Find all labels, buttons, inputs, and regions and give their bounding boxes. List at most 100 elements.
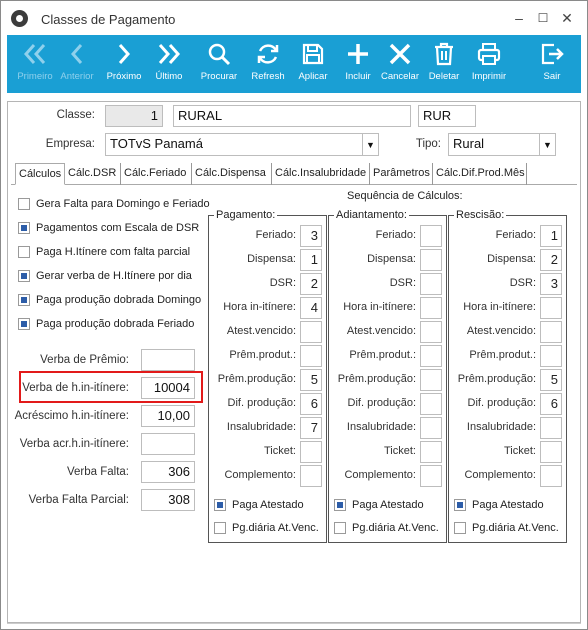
sequencia-order-field[interactable] xyxy=(420,225,442,247)
chevron-down-icon[interactable]: ▼ xyxy=(539,134,555,155)
minimize-icon[interactable]: – xyxy=(510,9,528,27)
sequencia-order-field[interactable] xyxy=(420,465,442,487)
sequencia-order-field[interactable]: 2 xyxy=(540,249,562,271)
pg-diaria-checkbox-row[interactable]: Pg.diária At.Venc. xyxy=(334,520,439,536)
close-icon[interactable]: ✕ xyxy=(558,9,576,27)
sequencia-order-field[interactable]: 1 xyxy=(540,225,562,247)
checkbox[interactable] xyxy=(454,522,466,534)
paga-atestado-checkbox-row[interactable]: Paga Atestado xyxy=(214,497,304,513)
sequencia-order-field[interactable] xyxy=(300,321,322,343)
checkbox[interactable] xyxy=(214,499,226,511)
tab-calc-insalubridade[interactable]: Cálc.Insalubridade xyxy=(272,163,370,185)
verba-field[interactable]: 10,00 xyxy=(141,405,195,427)
pg-diaria-checkbox-row[interactable]: Pg.diária At.Venc. xyxy=(214,520,319,536)
sequencia-order-field[interactable] xyxy=(420,393,442,415)
classe-name-field[interactable]: RURAL xyxy=(173,105,411,127)
sequencia-order-field[interactable] xyxy=(420,369,442,391)
toolbar-button-incluir[interactable]: Incluir xyxy=(340,35,376,93)
checkbox[interactable] xyxy=(18,294,30,306)
sequencia-order-field[interactable] xyxy=(420,273,442,295)
sequencia-order-field[interactable] xyxy=(540,441,562,463)
toolbar-button-imprimir[interactable]: Imprimir xyxy=(468,35,510,93)
window-title: Classes de Pagamento xyxy=(41,12,176,27)
classe-abbr-field[interactable]: RUR xyxy=(418,105,476,127)
sequencia-order-field[interactable]: 1 xyxy=(300,249,322,271)
sequencia-order-field[interactable]: 6 xyxy=(540,393,562,415)
verba-field[interactable]: 308 xyxy=(141,489,195,511)
toolbar-button-proximo[interactable]: Próximo xyxy=(103,35,145,93)
sequencia-order-field[interactable] xyxy=(540,345,562,367)
sequencia-order-field[interactable]: 3 xyxy=(540,273,562,295)
checkbox[interactable] xyxy=(214,522,226,534)
sequencia-row: Dispensa: 2 xyxy=(449,249,566,271)
tab-calc-feriado[interactable]: Cálc.Feriado xyxy=(121,163,192,185)
sequencia-order-field[interactable] xyxy=(420,321,442,343)
checkbox[interactable] xyxy=(18,318,30,330)
checkbox[interactable] xyxy=(18,246,30,258)
checkbox[interactable] xyxy=(18,222,30,234)
checkbox[interactable] xyxy=(454,499,466,511)
toolbar-button-primeiro[interactable]: Primeiro xyxy=(15,35,55,93)
toolbar-button-anterior[interactable]: Anterior xyxy=(57,35,97,93)
sequencia-order-field[interactable] xyxy=(540,321,562,343)
toolbar-button-procurar[interactable]: Procurar xyxy=(199,35,239,93)
sequencia-row-label: Ticket: xyxy=(384,445,416,457)
empresa-select[interactable]: TOTvS Panamá ▼ xyxy=(105,133,379,156)
tab-parametros[interactable]: Parâmetros xyxy=(370,163,433,185)
option-checkbox-row[interactable]: Gera Falta para Domingo e Feriado xyxy=(18,196,210,212)
tab-calc-dsr[interactable]: Cálc.DSR xyxy=(65,163,121,185)
option-checkbox-row[interactable]: Gerar verba de H.Itínere por dia xyxy=(18,268,192,284)
option-checkbox-row[interactable]: Paga H.Itínere com falta parcial xyxy=(18,244,190,260)
paga-atestado-checkbox-row[interactable]: Paga Atestado xyxy=(334,497,424,513)
checkbox-label: Gera Falta para Domingo e Feriado xyxy=(36,198,210,210)
sequencia-order-field[interactable] xyxy=(420,441,442,463)
checkbox-label: Paga Atestado xyxy=(472,499,544,511)
option-checkbox-row[interactable]: Pagamentos com Escala de DSR xyxy=(18,220,199,236)
checkbox[interactable] xyxy=(18,198,30,210)
sequencia-order-field[interactable] xyxy=(420,417,442,439)
maximize-icon[interactable]: ☐ xyxy=(534,9,552,27)
sequencia-order-field[interactable] xyxy=(420,249,442,271)
sequencia-order-field[interactable] xyxy=(540,417,562,439)
classe-code-field[interactable]: 1 xyxy=(105,105,163,127)
sequencia-order-field[interactable] xyxy=(300,345,322,367)
sequencia-row-label: Prêm.produção: xyxy=(217,373,296,385)
verba-field[interactable] xyxy=(141,349,195,371)
tab-calc-dispensa[interactable]: Cálc.Dispensa xyxy=(192,163,272,185)
tab-calculos[interactable]: Cálculos xyxy=(15,163,65,185)
verba-field[interactable] xyxy=(141,433,195,455)
tipo-select[interactable]: Rural ▼ xyxy=(448,133,556,156)
sequencia-order-field[interactable] xyxy=(300,465,322,487)
sequencia-order-field[interactable]: 4 xyxy=(300,297,322,319)
group-title: Adiantamento: xyxy=(334,209,409,221)
sequencia-row-label: Atest.vencido: xyxy=(226,325,296,337)
sequencia-order-field[interactable]: 6 xyxy=(300,393,322,415)
checkbox[interactable] xyxy=(334,522,346,534)
sequencia-order-field[interactable]: 7 xyxy=(300,417,322,439)
toolbar-button-ultimo[interactable]: Último xyxy=(149,35,189,93)
sequencia-order-field[interactable]: 5 xyxy=(540,369,562,391)
toolbar-button-aplicar[interactable]: Aplicar xyxy=(294,35,332,93)
sequencia-order-field[interactable]: 3 xyxy=(300,225,322,247)
verba-field[interactable]: 306 xyxy=(141,461,195,483)
sequencia-order-field[interactable] xyxy=(420,297,442,319)
paga-atestado-checkbox-row[interactable]: Paga Atestado xyxy=(454,497,544,513)
toolbar-button-sair[interactable]: Sair xyxy=(536,35,568,93)
checkbox[interactable] xyxy=(334,499,346,511)
refresh-icon xyxy=(248,41,288,67)
toolbar-button-refresh[interactable]: Refresh xyxy=(248,35,288,93)
checkbox[interactable] xyxy=(18,270,30,282)
option-checkbox-row[interactable]: Paga produção dobrada Domingo xyxy=(18,292,201,308)
pg-diaria-checkbox-row[interactable]: Pg.diária At.Venc. xyxy=(454,520,559,536)
tab-calc-dif-prod-mes[interactable]: Cálc.Dif.Prod.Mês xyxy=(433,163,527,185)
option-checkbox-row[interactable]: Paga produção dobrada Feriado xyxy=(18,316,194,332)
chevron-down-icon[interactable]: ▼ xyxy=(362,134,378,155)
sequencia-order-field[interactable]: 2 xyxy=(300,273,322,295)
toolbar-button-deletar[interactable]: Deletar xyxy=(425,35,463,93)
sequencia-order-field[interactable]: 5 xyxy=(300,369,322,391)
toolbar-button-cancelar[interactable]: Cancelar xyxy=(381,35,419,93)
sequencia-order-field[interactable] xyxy=(540,297,562,319)
sequencia-order-field[interactable] xyxy=(300,441,322,463)
sequencia-order-field[interactable] xyxy=(540,465,562,487)
sequencia-order-field[interactable] xyxy=(420,345,442,367)
